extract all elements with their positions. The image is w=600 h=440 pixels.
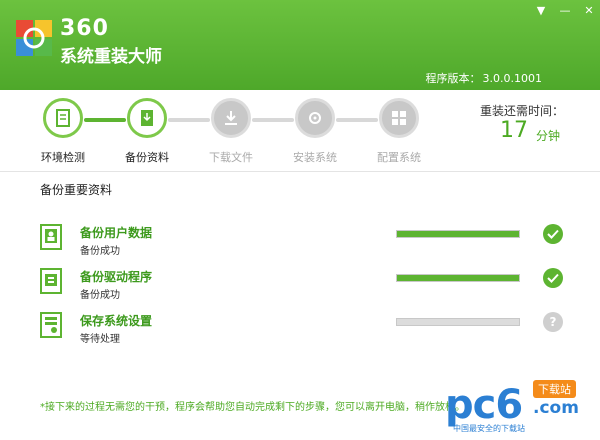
task-name: 备份驱动程序 — [80, 270, 153, 284]
task-row: 保存系统设置 等待处理 ? — [0, 312, 600, 348]
menu-dropdown-icon[interactable]: ▼ — [532, 4, 550, 18]
version-label: 程序版本： — [425, 72, 481, 85]
backup-file-icon — [127, 98, 167, 138]
brand-number: 360 — [60, 16, 109, 41]
step-label: 环境检测 — [41, 151, 85, 164]
task-name: 备份用户数据 — [80, 226, 153, 240]
section-title: 备份重要资料 — [40, 183, 113, 197]
watermark-badge: 下载站 — [533, 380, 576, 398]
question-icon: ? — [543, 312, 563, 332]
step-label: 配置系统 — [377, 151, 421, 164]
step-backup: 备份资料 — [112, 98, 182, 165]
brand-name: 系统重装大师 — [60, 47, 162, 67]
task-progress-fill — [397, 275, 519, 281]
remaining-time-value: 17 — [500, 118, 528, 143]
version-info: 程序版本： 3.0.0.1001 — [424, 70, 542, 86]
close-icon[interactable]: ✕ — [580, 4, 598, 18]
step-label: 备份资料 — [125, 151, 169, 164]
install-gear-icon — [295, 98, 335, 138]
pc6-watermark-logo: pc6 下载站 .com 中国最安全的下载站 — [445, 378, 595, 438]
version-value: 3.0.0.1001 — [482, 72, 542, 85]
user-data-icon — [40, 224, 62, 250]
download-icon — [211, 98, 251, 138]
task-status: 备份成功 — [80, 290, 120, 301]
step-download: 下载文件 — [196, 98, 266, 165]
task-progress-fill — [397, 231, 519, 237]
system-settings-icon — [40, 312, 62, 338]
task-status: 备份成功 — [80, 246, 120, 257]
watermark-tagline: 中国最安全的下载站 — [453, 424, 525, 433]
divider — [0, 171, 600, 172]
task-progress-bar — [396, 230, 520, 238]
watermark-brand: pc6 — [445, 382, 523, 428]
task-name: 保存系统设置 — [80, 314, 153, 328]
task-row: 备份用户数据 备份成功 — [0, 224, 600, 260]
task-progress-bar — [396, 318, 520, 326]
check-icon — [543, 224, 563, 244]
title-bar: 360 系统重装大师 ▼ — ✕ 程序版本： 3.0.0.1001 — [0, 0, 600, 90]
task-status: 等待处理 — [80, 334, 120, 345]
step-install: 安装系统 — [280, 98, 350, 165]
watermark-domain: .com — [533, 398, 579, 418]
check-icon — [543, 268, 563, 288]
minimize-icon[interactable]: — — [556, 4, 574, 18]
app-logo-icon — [16, 20, 52, 56]
remaining-time-label: 重装还需时间： — [480, 104, 565, 118]
document-check-icon — [43, 98, 83, 138]
step-configure: 配置系统 — [364, 98, 434, 165]
task-progress-bar — [396, 274, 520, 282]
remaining-time-unit: 分钟 — [536, 129, 561, 143]
footer-note: *接下来的过程无需您的干预，程序会帮助您自动完成剩下的步骤，您可以离开电脑，稍作… — [40, 402, 465, 413]
step-environment-check: 环境检测 — [28, 98, 98, 165]
windows-config-icon — [379, 98, 419, 138]
task-row: 备份驱动程序 备份成功 — [0, 268, 600, 304]
driver-icon — [40, 268, 62, 294]
step-label: 安装系统 — [293, 151, 337, 164]
step-label: 下载文件 — [209, 151, 253, 164]
